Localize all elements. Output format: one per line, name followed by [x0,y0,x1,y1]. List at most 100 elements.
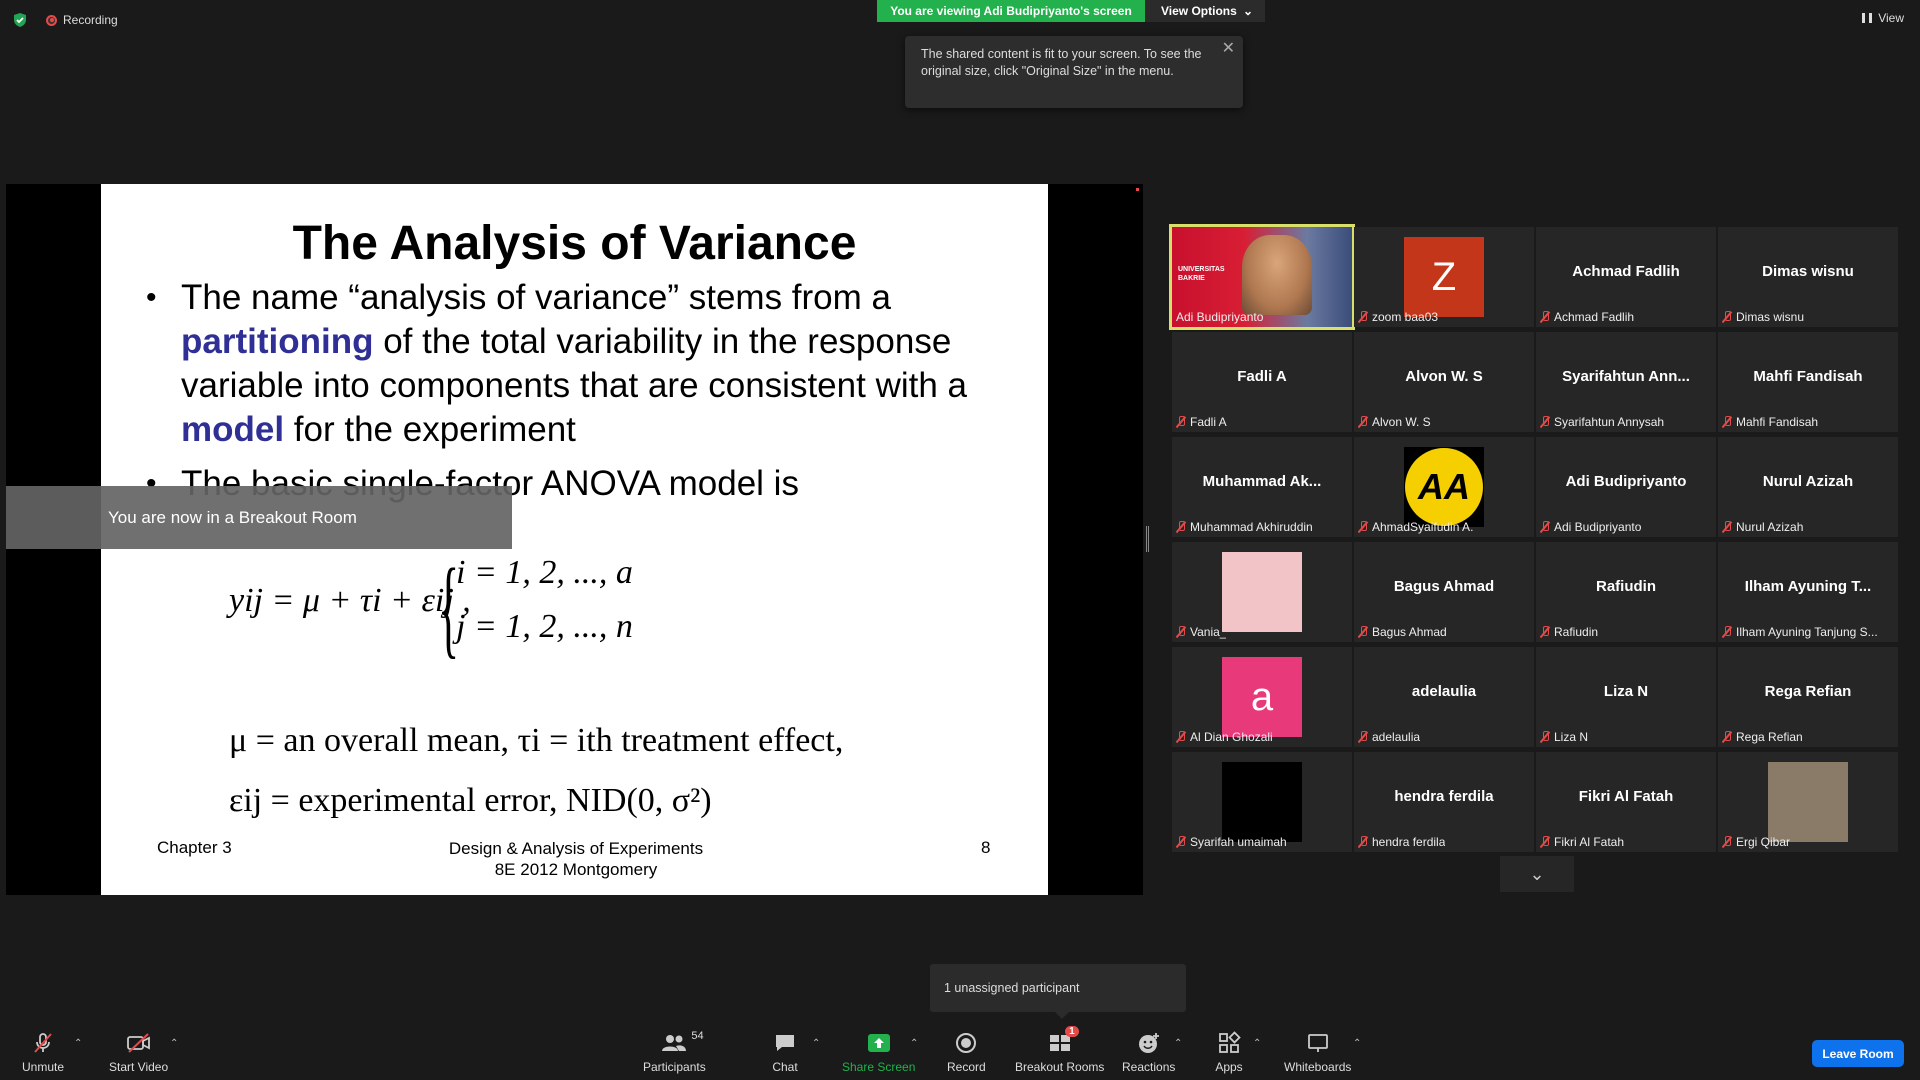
participant-display-name: Alvon W. S [1405,368,1483,385]
participant-name: Adi Budipriyanto [1176,310,1264,324]
video-background-logo-text: UNIVERSITAS BAKRIE [1178,266,1225,282]
video-options-caret-icon[interactable]: ⌃ [170,1038,178,1049]
share-options-caret-icon[interactable]: ⌃ [910,1038,918,1049]
close-icon[interactable]: ✕ [1222,40,1235,57]
participant-display-name: Bagus Ahmad [1393,578,1495,595]
microphone-muted-icon [1722,416,1732,428]
microphone-muted-icon [1722,731,1732,743]
recording-label: Recording [63,13,118,27]
participant-tile[interactable]: adelaulia adelaulia [1354,647,1534,747]
anova-equation: yij = μ + τi + εij , [229,582,471,619]
participant-avatar [1222,552,1302,632]
video-off-icon [124,1030,154,1056]
chat-button[interactable]: Chat [770,1030,800,1074]
participant-name: Ergi Qibar [1736,835,1791,849]
chevron-down-icon: ⌄ [1529,863,1545,884]
recording-icon [46,14,57,26]
chat-options-caret-icon[interactable]: ⌃ [812,1038,820,1049]
participants-button[interactable]: 54 Participants [643,1030,706,1074]
participant-name: Liza N [1554,730,1589,744]
apps-button[interactable]: Apps [1214,1030,1244,1074]
participants-icon: 54 [659,1030,704,1056]
participant-tile[interactable]: Fadli A Fadli A [1172,332,1352,432]
participant-display-name: Fadli A [1237,368,1287,385]
participant-tile[interactable]: hendra ferdila hendra ferdila [1354,752,1534,852]
view-button[interactable]: View [1862,11,1904,25]
participant-tile[interactable]: a Al Dian Ghozali [1172,647,1352,747]
participant-tile[interactable]: Vania_ [1172,542,1352,642]
participant-name: Dimas wisnu [1736,310,1805,324]
microphone-muted-icon [28,1030,58,1056]
microphone-muted-icon [1722,836,1732,848]
start-video-button[interactable]: Start Video [109,1030,168,1074]
participant-tile[interactable]: Nurul Azizah Nurul Azizah [1718,437,1898,537]
participant-tile[interactable]: Ilham Ayuning T... Ilham Ayuning Tanjung … [1718,542,1898,642]
participant-tile[interactable]: Ergi Qibar [1718,752,1898,852]
audio-options-caret-icon[interactable]: ⌃ [74,1038,82,1049]
participant-tile[interactable]: Syarifah umaimah [1172,752,1352,852]
participant-tile[interactable]: Zzoom baa03 [1354,227,1534,327]
participant-name-label: Adi Budipriyanto [1540,520,1641,534]
footer-line-2: 8E 2012 Montgomery [494,860,658,879]
bullet1-highlight-model: model [181,410,285,449]
participant-tile[interactable]: Muhammad Ak... Muhammad Akhiruddin [1172,437,1352,537]
microphone-muted-icon [1540,521,1550,533]
participant-avatar [1222,762,1302,842]
microphone-muted-icon [1358,731,1368,743]
slide-bullet-1: The name “analysis of variance” stems fr… [146,276,1011,452]
participant-tile[interactable]: Achmad Fadlih Achmad Fadlih [1536,227,1716,327]
unassigned-participant-popup: 1 unassigned participant [930,964,1186,1019]
microphone-muted-icon [1540,626,1550,638]
participant-name-label: zoom baa03 [1358,310,1438,324]
participant-name: hendra ferdila [1372,835,1446,849]
recording-indicator[interactable]: Recording [46,13,118,27]
participant-name-label: Fadli A [1176,415,1227,429]
reactions-options-caret-icon[interactable]: ⌃ [1174,1038,1182,1049]
view-options-button[interactable]: View Options ⌄ [1145,0,1265,22]
participant-display-name: Syarifahtun Ann... [1562,368,1690,385]
microphone-muted-icon [1722,626,1732,638]
participant-tile[interactable]: Dimas wisnu Dimas wisnu [1718,227,1898,327]
breakout-room-notice: You are now in a Breakout Room [6,486,512,549]
whiteboards-button[interactable]: Whiteboards [1284,1030,1351,1074]
apps-options-caret-icon[interactable]: ⌃ [1253,1038,1261,1049]
participant-tile[interactable]: Fikri Al Fatah Fikri Al Fatah [1536,752,1716,852]
participant-name: Syarifahtun Annysah [1554,415,1665,429]
participant-name-label: AhmadSyaifudin A. [1358,520,1473,534]
participant-tile[interactable]: Rega Refian Rega Refian [1718,647,1898,747]
participant-tile[interactable]: UNIVERSITAS BAKRIE Adi Budipriyanto [1169,224,1355,330]
participant-display-name: Muhammad Ak... [1202,473,1322,490]
participant-display-name: Adi Budipriyanto [1565,473,1687,490]
participant-display-name: Ilham Ayuning T... [1744,578,1872,595]
definition-mean-effect: μ = an overall mean, τi = ith treatment … [229,722,844,759]
participant-tile[interactable]: AA AhmadSyaifudin A. [1354,437,1534,537]
record-button[interactable]: Record [947,1030,986,1074]
participant-name: Syarifah umaimah [1190,835,1287,849]
participant-name: Mahfi Fandisah [1736,415,1819,429]
microphone-muted-icon [1358,311,1368,323]
gallery-next-page-button[interactable]: ⌄ [1500,856,1574,892]
leave-room-button[interactable]: Leave Room [1812,1040,1904,1067]
participant-tile[interactable]: Syarifahtun Ann... Syarifahtun Annysah [1536,332,1716,432]
whiteboards-options-caret-icon[interactable]: ⌃ [1353,1038,1361,1049]
breakout-rooms-button[interactable]: 1 Breakout Rooms [1015,1026,1104,1074]
share-screen-button[interactable]: Share Screen [842,1030,915,1074]
participant-tile[interactable]: Mahfi Fandisah Mahfi Fandisah [1718,332,1898,432]
microphone-muted-icon [1176,626,1186,638]
participant-name: AhmadSyaifudin A. [1372,520,1474,534]
participant-tile[interactable]: Liza N Liza N [1536,647,1716,747]
microphone-muted-icon [1358,521,1368,533]
panel-resize-handle[interactable] [1146,526,1149,552]
participant-tile[interactable]: Alvon W. S Alvon W. S [1354,332,1534,432]
participant-tile[interactable]: Bagus Ahmad Bagus Ahmad [1354,542,1534,642]
reactions-button[interactable]: Reactions [1122,1030,1175,1074]
participant-name-label: Fikri Al Fatah [1540,835,1624,849]
participant-display-name: Rafiudin [1596,578,1656,595]
security-shield-icon[interactable] [12,12,28,28]
equation-i-range: i = 1, 2, ..., a [456,554,633,591]
microphone-muted-icon [1540,836,1550,848]
unmute-button[interactable]: Unmute [22,1030,64,1074]
participant-display-name: Dimas wisnu [1762,263,1854,280]
participant-tile[interactable]: Adi Budipriyanto Adi Budipriyanto [1536,437,1716,537]
participant-tile[interactable]: Rafiudin Rafiudin [1536,542,1716,642]
